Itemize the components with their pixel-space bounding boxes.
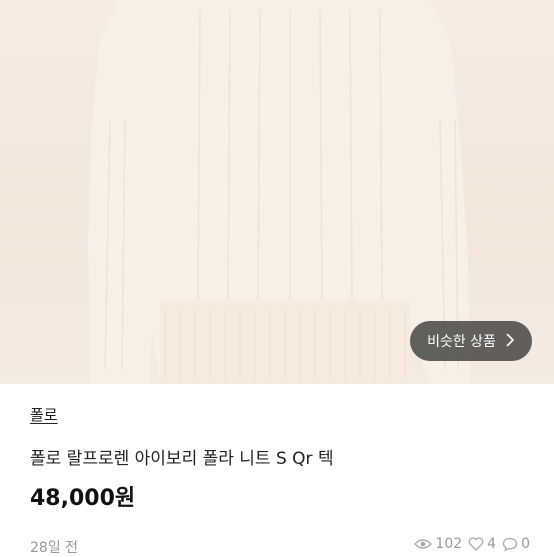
similar-products-label: 비슷한 상품 [427,334,496,350]
product-stats: 102 4 0 [414,536,530,552]
eye-icon [414,538,433,550]
chats-count: 0 [521,536,530,552]
likes-count: 4 [487,536,497,552]
product-image[interactable]: 비슷한 상품 [0,0,554,384]
chevron-right-icon [506,333,515,350]
likes-stat: 4 [468,536,496,552]
product-title: 폴로 랄프로렌 아이보리 폴라 니트 S Qr 텍 [30,449,334,469]
similar-products-button[interactable]: 비슷한 상품 [410,321,532,361]
brand-link[interactable]: 폴로 [30,404,58,425]
views-count: 102 [435,536,463,552]
heart-icon [468,537,484,551]
product-price: 48,000원 [30,486,136,511]
posted-time: 28일 전 [30,540,79,556]
chats-stat: 0 [502,536,530,552]
chat-bubble-icon [502,537,518,552]
views-stat: 102 [414,536,462,552]
